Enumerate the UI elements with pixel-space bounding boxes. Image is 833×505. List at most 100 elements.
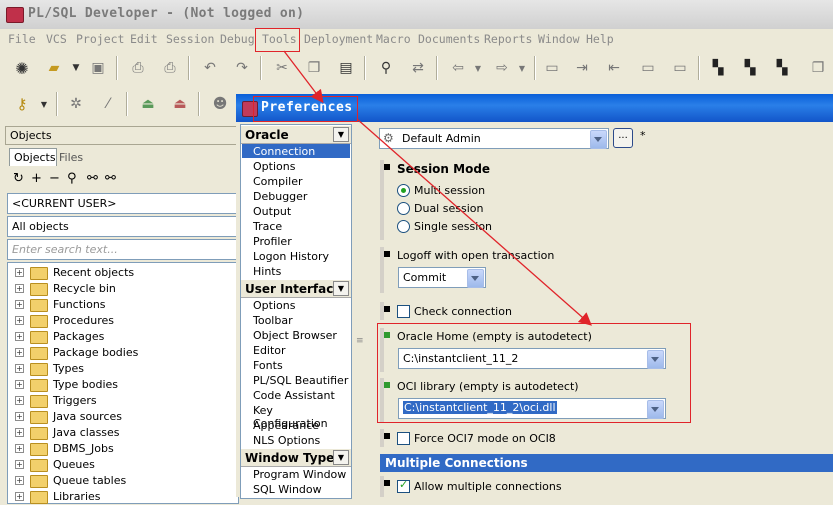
menu-deployment[interactable]: Deployment [304, 32, 373, 46]
unindent-icon[interactable]: ⇤ [604, 58, 624, 78]
menu-macro[interactable]: Macro [376, 32, 411, 46]
splitter[interactable]: ≡ [352, 124, 376, 497]
commit-icon[interactable]: ⏏ [138, 94, 158, 114]
uncomment-icon[interactable]: ▭ [670, 58, 690, 78]
object-filter-select[interactable]: All objects [7, 216, 239, 237]
menu-help[interactable]: Help [586, 32, 614, 46]
nav-item-nls-options[interactable]: NLS Options [253, 434, 320, 447]
tree-item[interactable]: + Java classes [8, 425, 238, 441]
redo-icon[interactable]: ↷ [232, 58, 252, 78]
allow-multiple-checkbox[interactable] [397, 478, 410, 493]
wand-icon[interactable]: ⁄ [98, 94, 118, 114]
import-icon[interactable]: ⇦ [448, 58, 468, 78]
paste-icon[interactable]: ▤ [336, 58, 356, 78]
profile-select[interactable]: ⚙ Default Admin [379, 128, 609, 149]
nav-item-options[interactable]: Options [253, 160, 295, 173]
menu-vcs[interactable]: VCS [46, 32, 67, 46]
tree-item[interactable]: + Queues [8, 457, 238, 473]
nav-item-profiler[interactable]: Profiler [253, 235, 292, 248]
nav-item-program-window[interactable]: Program Window [253, 468, 346, 481]
menu-edit[interactable]: Edit [130, 32, 158, 46]
nav-item-compiler[interactable]: Compiler [253, 175, 303, 188]
open-dropdown-icon[interactable]: ▼ [66, 58, 86, 78]
tree-item[interactable]: + Recycle bin [8, 281, 238, 297]
nav-group-window-types[interactable]: Window Types ▼ [241, 449, 351, 467]
comment-icon[interactable]: ▭ [638, 58, 658, 78]
expand-icon[interactable]: + [15, 428, 24, 437]
dual-session-radio[interactable] [397, 202, 410, 215]
tree-item[interactable]: + Packages [8, 329, 238, 345]
nav-item-hints[interactable]: Hints [253, 265, 281, 278]
replace-icon[interactable]: ⇄ [408, 58, 428, 78]
nav-item-ui-options[interactable]: Options [253, 299, 295, 312]
document-icon[interactable]: ▭ [542, 58, 562, 78]
undo-icon[interactable]: ↶ [200, 58, 220, 78]
chevron-down-icon[interactable] [590, 130, 607, 149]
tree-item[interactable]: + Triggers [8, 393, 238, 409]
cut-icon[interactable]: ✂ [272, 58, 292, 78]
tree-item[interactable]: + Libraries [8, 489, 238, 505]
open-icon[interactable]: ▰ [44, 58, 64, 78]
check-connection-checkbox[interactable] [397, 305, 410, 318]
chevron-down-icon[interactable]: ▼ [333, 450, 349, 465]
execute-icon[interactable]: ▚ [708, 58, 728, 78]
indent-icon[interactable]: ⇥ [572, 58, 592, 78]
nav-item-code-assistant[interactable]: Code Assistant [253, 389, 335, 402]
expand-icon[interactable]: + [15, 316, 24, 325]
print-icon[interactable]: ⎙ [128, 58, 148, 78]
menu-debug[interactable]: Debug [220, 32, 255, 46]
execute-dropdown-icon[interactable]: ▚ [740, 58, 760, 78]
tab-files[interactable]: Files [59, 151, 83, 164]
rollback-icon[interactable]: ⏏ [170, 94, 190, 114]
key-dropdown-icon[interactable]: ▼ [34, 94, 54, 114]
tree-item[interactable]: + Procedures [8, 313, 238, 329]
refresh-icon[interactable]: ↻ [13, 171, 24, 186]
menu-reports[interactable]: Reports [484, 32, 532, 46]
menu-project[interactable]: Project [76, 32, 124, 46]
menu-session[interactable]: Session [166, 32, 214, 46]
break-icon[interactable]: ▚ [772, 58, 792, 78]
copy-icon[interactable]: ❐ [304, 58, 324, 78]
chevron-down-icon[interactable] [467, 269, 484, 288]
nav-group-user-interface[interactable]: User Interface ▼ [241, 280, 351, 298]
add-icon[interactable]: + [31, 171, 42, 186]
single-session-radio[interactable] [397, 220, 410, 233]
nav-item-debugger[interactable]: Debugger [253, 190, 307, 203]
menu-window[interactable]: Window [538, 32, 580, 46]
profile-more-button[interactable]: ... [613, 128, 633, 148]
expand-icon[interactable]: + [15, 380, 24, 389]
export-icon[interactable]: ⇨ [492, 58, 512, 78]
menu-file[interactable]: File [8, 32, 36, 46]
multi-session-radio[interactable] [397, 184, 410, 197]
expand-icon[interactable]: + [15, 332, 24, 341]
save-icon[interactable]: ▣ [88, 58, 108, 78]
export-dropdown-icon[interactable]: ▼ [512, 58, 532, 78]
print-preview-icon[interactable]: ⎙ [160, 58, 180, 78]
expand-icon[interactable]: + [15, 284, 24, 293]
nav-item-trace[interactable]: Trace [253, 220, 282, 233]
window-list-icon[interactable]: ❐ [808, 58, 828, 78]
remove-icon[interactable]: − [49, 171, 60, 186]
expand-icon[interactable]: + [15, 268, 24, 277]
nav-item-editor[interactable]: Editor [253, 344, 286, 357]
tree-item[interactable]: + Functions [8, 297, 238, 313]
find-object-icon[interactable]: ⚲ [67, 171, 77, 186]
nav-item-appearance[interactable]: Appearance [253, 419, 319, 432]
tree-item[interactable]: + DBMS_Jobs [8, 441, 238, 457]
nav-group-oracle[interactable]: Oracle ▼ [241, 126, 351, 144]
nav-item-sql-window[interactable]: SQL Window [253, 483, 322, 496]
chevron-down-icon[interactable]: ▼ [333, 127, 349, 142]
nav-item-fonts[interactable]: Fonts [253, 359, 283, 372]
tree-item[interactable]: + Java sources [8, 409, 238, 425]
expand-icon[interactable]: + [15, 476, 24, 485]
expand-icon[interactable]: + [15, 300, 24, 309]
search-input[interactable]: Enter search text... [7, 239, 239, 260]
tree-item[interactable]: + Package bodies [8, 345, 238, 361]
force-oci7-checkbox[interactable] [397, 432, 410, 445]
user-select[interactable]: <CURRENT USER> [7, 193, 239, 214]
expand-icon[interactable]: + [15, 396, 24, 405]
nav-item-object-browser[interactable]: Object Browser [253, 329, 337, 342]
nav-item-output[interactable]: Output [253, 205, 291, 218]
nav-item-toolbar[interactable]: Toolbar [253, 314, 293, 327]
nav-item-connection[interactable]: Connection [253, 145, 315, 158]
